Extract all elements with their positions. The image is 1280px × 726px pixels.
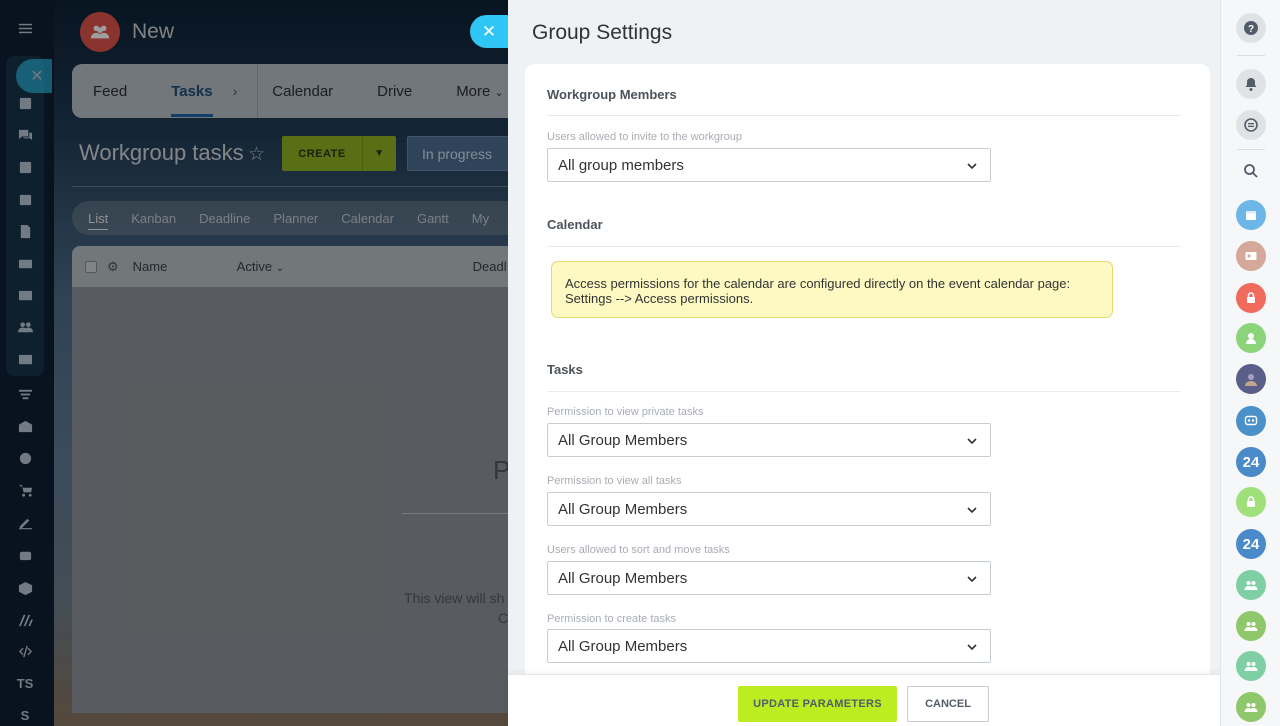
sort-move-tasks-label: Users allowed to sort and move tasks: [547, 544, 730, 556]
panel-footer: UPDATE PARAMETERS CANCEL: [508, 674, 1220, 726]
bitrix24-chat-icon[interactable]: 24: [1236, 529, 1266, 559]
close-icon: ✕: [481, 21, 497, 41]
messenger-icon[interactable]: [1236, 110, 1266, 140]
group-chat-icon[interactable]: [1236, 611, 1266, 641]
chevron-down-icon: [966, 572, 978, 584]
create-tasks-label: Permission to create tasks: [547, 613, 676, 625]
empty-state-text-line2: C: [498, 610, 509, 626]
create-tasks-value: All Group Members: [558, 638, 688, 655]
close-slider-button[interactable]: ✕: [470, 15, 510, 48]
section-divider: [547, 115, 1181, 116]
group-chat-icon[interactable]: [1236, 570, 1266, 600]
view-all-tasks-value: All Group Members: [558, 501, 688, 518]
user-avatar[interactable]: [1236, 364, 1266, 394]
help-icon[interactable]: ?: [1236, 13, 1266, 43]
section-divider: [547, 391, 1181, 392]
invite-select-value: All group members: [558, 157, 684, 174]
bell-icon[interactable]: [1236, 69, 1266, 99]
invite-label: Users allowed to invite to the workgroup: [547, 131, 743, 143]
search-icon[interactable]: [1236, 156, 1266, 186]
section-divider: [547, 246, 1181, 247]
cancel-button[interactable]: CANCEL: [907, 686, 989, 722]
contact-card-chat-icon[interactable]: [1236, 241, 1266, 271]
calendar-permissions-note: Access permissions for the calendar are …: [551, 261, 1113, 318]
section-title-workgroup: Workgroup Members: [547, 87, 677, 102]
group-chat-icon[interactable]: [1236, 692, 1266, 722]
chevron-down-icon: [966, 640, 978, 652]
section-title-calendar: Calendar: [547, 217, 603, 232]
lock-chat-icon[interactable]: [1236, 487, 1266, 517]
settings-card[interactable]: Workgroup Members Users allowed to invit…: [525, 64, 1210, 674]
lock-chat-icon[interactable]: [1236, 283, 1266, 313]
sort-move-tasks-value: All Group Members: [558, 570, 688, 587]
view-private-tasks-select[interactable]: All Group Members: [547, 423, 991, 457]
update-parameters-button[interactable]: UPDATE PARAMETERS: [738, 686, 897, 722]
calendar-note-line1: Access permissions for the calendar are …: [565, 276, 1071, 291]
chevron-down-icon: [966, 503, 978, 515]
right-rail: ? 24 24: [1220, 0, 1280, 726]
rail-separator: [1237, 149, 1265, 150]
user-chat-icon[interactable]: [1236, 323, 1266, 353]
invite-select[interactable]: All group members: [547, 148, 991, 182]
section-title-tasks: Tasks: [547, 362, 583, 377]
empty-state-divider: [402, 513, 512, 514]
calendar-chat-icon[interactable]: [1236, 200, 1266, 230]
svg-text:?: ?: [1248, 24, 1254, 35]
calendar-note-line2: Settings --> Access permissions.: [565, 291, 754, 306]
create-tasks-select[interactable]: All Group Members: [547, 629, 991, 663]
chevron-down-icon: [966, 434, 978, 446]
view-all-tasks-select[interactable]: All Group Members: [547, 492, 991, 526]
sort-move-tasks-select[interactable]: All Group Members: [547, 561, 991, 595]
group-settings-panel: Group Settings Workgroup Members Users a…: [508, 0, 1220, 726]
view-private-tasks-value: All Group Members: [558, 432, 688, 449]
empty-state-text: This view will sh: [404, 590, 505, 606]
bitrix24-chat-icon[interactable]: 24: [1236, 447, 1266, 477]
group-chat-icon[interactable]: [1236, 406, 1266, 436]
chevron-down-icon: [966, 159, 978, 171]
view-all-tasks-label: Permission to view all tasks: [547, 475, 682, 487]
group-chat-icon[interactable]: [1236, 651, 1266, 681]
view-private-tasks-label: Permission to view private tasks: [547, 406, 704, 418]
rail-separator: [1237, 55, 1265, 56]
panel-title: Group Settings: [532, 21, 673, 44]
